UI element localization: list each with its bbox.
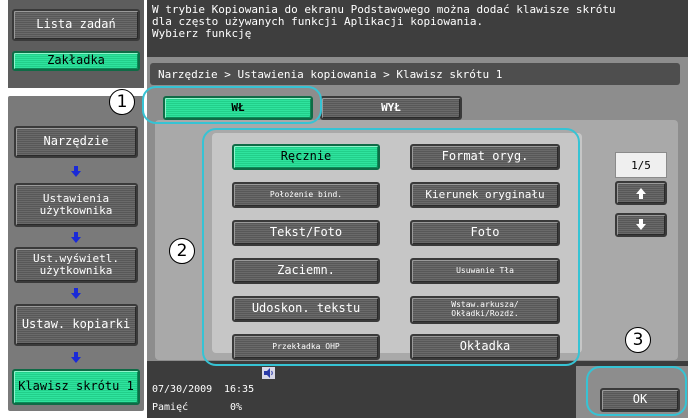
page-indicator: 1/5: [615, 152, 667, 178]
sidebar-item-user-settings[interactable]: Ustawienia użytkownika: [14, 183, 138, 227]
instruction-message: W trybie Kopiowania do ekranu Podstawowe…: [152, 3, 616, 40]
speaker-icon: [262, 367, 275, 379]
status-time: 16:35: [224, 384, 255, 395]
breadcrumb: Narzędzie > Ustawienia kopiowania > Klaw…: [158, 68, 503, 81]
arrow-down-icon: [71, 288, 81, 299]
memory-label: Pamięć: [152, 402, 189, 413]
page-down-button[interactable]: [615, 213, 667, 237]
memory-value: 0%: [230, 402, 243, 413]
callout-marker-1: 1: [109, 89, 135, 115]
sidebar-item-copier-settings[interactable]: Ustaw. kopiarki: [14, 304, 138, 346]
sidebar-item-display-settings[interactable]: Ust.wyświetl. użytkownika: [14, 247, 138, 283]
page-up-button[interactable]: [615, 181, 667, 205]
arrow-down-icon: [71, 232, 81, 243]
arrow-down-icon: [71, 166, 81, 177]
callout-marker-2: 2: [169, 238, 195, 264]
job-list-button[interactable]: Lista zadań: [12, 9, 140, 41]
arrow-up-icon: [636, 188, 646, 199]
callout-frame-ok: [586, 366, 687, 416]
bookmark-tab[interactable]: Zakładka: [12, 51, 140, 71]
sidebar-item-shortcut-key-1[interactable]: Klawisz skrótu 1: [12, 369, 140, 405]
arrow-down-icon: [71, 352, 81, 363]
callout-frame-toggle: [142, 86, 322, 124]
sidebar-item-tools[interactable]: Narzędzie: [14, 126, 138, 158]
toggle-off-button[interactable]: WYŁ: [320, 96, 462, 120]
callout-marker-3: 3: [625, 327, 651, 353]
callout-frame-functions: [202, 128, 580, 366]
arrow-down-icon: [636, 219, 646, 230]
status-date: 07/30/2009: [152, 384, 213, 395]
